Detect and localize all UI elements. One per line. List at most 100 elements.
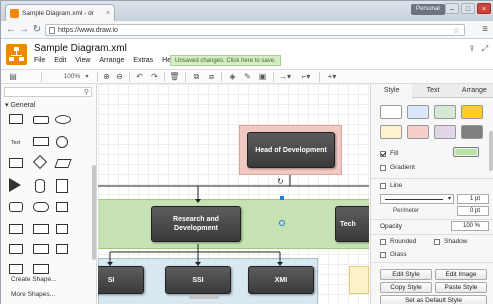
shadow-checkbox[interactable]	[434, 238, 440, 245]
insert-plus-icon[interactable]: +▾	[325, 71, 339, 83]
swatch-purple[interactable]	[434, 125, 456, 139]
menu-edit[interactable]: Edit	[54, 57, 66, 64]
swatch-orange[interactable]	[461, 105, 483, 119]
rotate-handle-icon[interactable]: ↻	[277, 177, 284, 186]
shadow-icon[interactable]: ▣	[257, 71, 268, 83]
shape-or[interactable]	[33, 264, 49, 274]
to-back-icon[interactable]: ⧈	[206, 71, 217, 83]
shape-parallelogram[interactable]	[54, 159, 72, 168]
reload-icon[interactable]: ↻	[31, 24, 43, 36]
zoom-in-icon[interactable]: ⊕	[101, 71, 112, 83]
unsaved-changes-notice[interactable]: Unsaved changes. Click here to save.	[170, 55, 281, 66]
shape-callout[interactable]	[56, 244, 68, 254]
shape-tape[interactable]	[33, 244, 49, 254]
node-partial-yellow[interactable]	[349, 266, 369, 294]
menu-extras[interactable]: Extras	[133, 57, 153, 64]
shape-actor[interactable]	[9, 264, 23, 274]
fill-checkbox[interactable]	[380, 150, 386, 157]
swatch-blue[interactable]	[407, 105, 429, 119]
shape-internal-storage[interactable]	[9, 224, 23, 234]
format-panel-scrollbar[interactable]	[489, 131, 493, 171]
edit-style-button[interactable]: Edit Style	[380, 269, 432, 280]
swatch-red[interactable]	[407, 125, 429, 139]
fill-color-icon[interactable]: ◈	[227, 71, 238, 83]
menu-arrange[interactable]: Arrange	[99, 57, 124, 64]
shape-ellipse[interactable]	[55, 115, 71, 124]
diagram-canvas[interactable]: ↻ Head of Development Research and Devel…	[98, 84, 369, 304]
shape-square[interactable]	[9, 158, 23, 168]
back-arrow-icon[interactable]: ←	[5, 24, 17, 36]
shape-step[interactable]	[56, 224, 68, 234]
shape-text[interactable]: Text	[11, 140, 20, 146]
connection-style-icon[interactable]: →▾	[278, 71, 292, 83]
tab-style[interactable]: Style	[371, 84, 413, 98]
shape-card[interactable]	[9, 202, 23, 212]
line-color-icon[interactable]: ✎	[242, 71, 253, 83]
menu-file[interactable]: File	[34, 57, 45, 64]
line-checkbox[interactable]	[380, 182, 386, 189]
node-ssi[interactable]: SSI	[165, 266, 231, 294]
zoom-out-icon[interactable]: ⊖	[114, 71, 125, 83]
tab-text[interactable]: Text	[412, 84, 454, 98]
delete-icon[interactable]: 🗑	[169, 71, 180, 83]
node-xmi[interactable]: XMI	[248, 266, 314, 294]
bookmark-star-icon[interactable]: ☆	[453, 25, 460, 36]
tab-arrange[interactable]: Arrange	[453, 84, 493, 98]
rounded-checkbox[interactable]	[380, 238, 386, 245]
shape-document[interactable]	[56, 202, 68, 212]
canvas-horizontal-scrollbar[interactable]	[189, 295, 219, 299]
edit-image-button[interactable]: Edit Image	[435, 269, 487, 280]
shape-trapezoid[interactable]	[9, 244, 23, 254]
shape-rectangle[interactable]	[9, 114, 23, 124]
profile-button[interactable]: Personal	[411, 4, 445, 15]
menu-view[interactable]: View	[75, 57, 90, 64]
sidebar-section-general[interactable]: ▾ General	[5, 101, 35, 109]
waypoints-icon[interactable]: ⌐▾	[299, 71, 313, 83]
sidebar-scrollbar[interactable]	[92, 165, 96, 260]
browser-tab[interactable]: Sample Diagram.xml - dr ×	[5, 4, 115, 21]
shape-cloud[interactable]	[33, 202, 49, 212]
node-head-of-development[interactable]: Head of Development	[247, 132, 335, 168]
zoom-dropdown-icon[interactable]: ▾	[83, 71, 91, 83]
to-front-icon[interactable]: ⧉	[191, 71, 202, 83]
swatch-white[interactable]	[380, 105, 402, 119]
swatch-yellow[interactable]	[380, 125, 402, 139]
shape-rounded-rectangle[interactable]	[33, 116, 49, 124]
close-window-button[interactable]: ×	[477, 3, 491, 14]
more-shapes-link[interactable]: More Shapes...	[11, 291, 55, 298]
swatch-green[interactable]	[434, 105, 456, 119]
shape-note[interactable]	[56, 179, 68, 193]
fullscreen-icon[interactable]: ⤢	[480, 44, 490, 53]
document-title[interactable]: Sample Diagram.xml	[34, 43, 127, 54]
redo-icon[interactable]: ↷	[149, 71, 160, 83]
shape-triangle[interactable]	[9, 178, 21, 192]
shape-textbox[interactable]	[33, 137, 49, 146]
format-panel-toggle-icon[interactable]: ▤	[7, 71, 19, 83]
line-pattern-select[interactable]: ▾	[380, 194, 454, 204]
zoom-select[interactable]: 100%	[61, 71, 83, 83]
paste-style-button[interactable]: Paste Style	[435, 282, 487, 293]
node-tech-partial[interactable]: Tech	[335, 206, 369, 242]
browser-menu-icon[interactable]: ≡	[482, 24, 488, 36]
perimeter-input[interactable]: 0 pt	[457, 206, 489, 216]
minimize-button[interactable]: –	[445, 3, 459, 14]
url-field[interactable]: https://www.draw.io ☆	[45, 24, 465, 36]
shape-circle[interactable]	[56, 136, 68, 148]
shape-cube[interactable]	[33, 224, 49, 234]
create-shape-link[interactable]: Create Shape...	[11, 276, 57, 283]
copy-style-button[interactable]: Copy Style	[380, 282, 432, 293]
line-width-input[interactable]: 1 pt	[457, 194, 489, 204]
swatch-gray[interactable]	[461, 125, 483, 139]
shape-diamond[interactable]	[32, 154, 48, 170]
shape-search-input[interactable]: ⚲	[4, 87, 92, 97]
fill-color-button[interactable]	[453, 147, 479, 157]
undo-icon[interactable]: ↶	[134, 71, 145, 83]
shape-cylinder[interactable]	[35, 179, 45, 193]
node-research-and-development[interactable]: Research and Development	[151, 206, 241, 242]
forward-arrow-icon[interactable]: →	[18, 24, 30, 36]
maximize-button[interactable]: □	[461, 3, 475, 14]
opacity-input[interactable]: 100 %	[451, 221, 489, 231]
glass-checkbox[interactable]	[380, 251, 386, 258]
set-default-style-button[interactable]: Set as Default Style	[380, 295, 487, 304]
share-icon[interactable]: ⇪	[467, 44, 477, 53]
